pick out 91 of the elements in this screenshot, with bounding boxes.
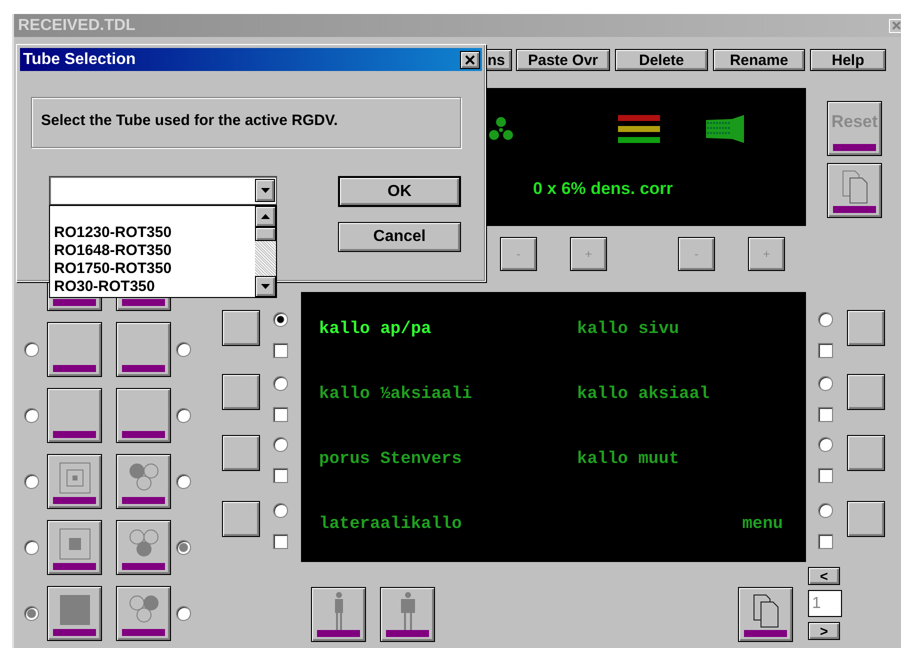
dialog-button[interactable]: OK: [338, 176, 461, 207]
program-item[interactable]: kallo sivu: [577, 320, 680, 339]
checkbox[interactable]: [818, 407, 833, 422]
pages-icon: [840, 170, 868, 204]
close-icon[interactable]: [889, 18, 901, 32]
program-item[interactable]: kallo aksiaal: [577, 385, 710, 404]
dialog-title: Tube Selection: [23, 50, 136, 68]
option-button[interactable]: [847, 310, 885, 346]
program-item[interactable]: porus Stenvers: [319, 450, 462, 469]
preset-button[interactable]: [47, 322, 102, 377]
collimator-icon: [704, 115, 744, 143]
option-button[interactable]: [222, 374, 260, 410]
down-arrow-icon: [261, 284, 270, 289]
radio-button[interactable]: [273, 436, 288, 452]
toolbar-button[interactable]: Help: [810, 49, 886, 71]
caret-icon: [260, 188, 270, 193]
option-button[interactable]: [847, 434, 885, 471]
message-text: Select the Tube used for the active RGDV.: [31, 97, 461, 148]
preset-button[interactable]: [47, 388, 102, 443]
radio-button[interactable]: [818, 436, 833, 452]
radio-button[interactable]: [24, 540, 39, 555]
preset-button[interactable]: [116, 454, 171, 509]
previous-button[interactable]: <: [808, 567, 840, 585]
tube-dropdown[interactable]: [49, 176, 277, 205]
page-field[interactable]: 1: [808, 590, 842, 617]
radio-button[interactable]: [818, 312, 833, 327]
dialog-button[interactable]: Cancel: [338, 222, 461, 252]
density-reading: 0 x 6% dens. corr: [533, 179, 673, 199]
checkbox[interactable]: [273, 343, 288, 358]
checkbox[interactable]: [818, 343, 833, 358]
radio-button[interactable]: [818, 376, 833, 392]
radio-button[interactable]: [176, 606, 191, 621]
list-item[interactable]: RO1750-ROT350: [54, 260, 255, 278]
radio-button[interactable]: [818, 502, 833, 518]
toolbar-button[interactable]: Rename: [713, 49, 805, 71]
checkbox[interactable]: [273, 534, 288, 549]
program-item[interactable]: kallo ½aksiaali: [319, 385, 472, 404]
copy-button[interactable]: [827, 163, 882, 218]
scrollbar[interactable]: [255, 206, 276, 297]
fan-icon: [488, 116, 514, 142]
checkbox[interactable]: [273, 468, 288, 483]
copy-button[interactable]: [738, 587, 793, 642]
radio-button[interactable]: [273, 376, 288, 392]
checkbox[interactable]: [818, 468, 833, 483]
option-button[interactable]: [222, 500, 260, 537]
field-icon: [58, 526, 92, 560]
preset-button[interactable]: [116, 388, 171, 443]
toolbar-button[interactable]: Delete: [615, 49, 708, 71]
patient-button[interactable]: [380, 587, 435, 642]
checkbox[interactable]: [273, 407, 288, 422]
radio-button[interactable]: [24, 342, 39, 357]
radio-button[interactable]: [24, 474, 39, 489]
program-item[interactable]: kallo ap/pa: [319, 320, 432, 339]
radio-button[interactable]: [176, 408, 191, 423]
scroll-thumb[interactable]: [255, 227, 276, 241]
field-icon: [58, 592, 92, 626]
radio-button[interactable]: [273, 502, 288, 518]
list-item[interactable]: RO30-ROT350: [54, 278, 255, 296]
option-button[interactable]: [847, 500, 885, 537]
bars-icon: [618, 115, 660, 143]
field-icon: [58, 460, 92, 494]
program-item[interactable]: menu: [742, 515, 783, 534]
preset-button[interactable]: [116, 586, 171, 641]
window-title: RECEIVED.TDL: [18, 16, 136, 34]
dropdown-button[interactable]: [255, 179, 275, 202]
up-arrow-icon: [261, 214, 270, 219]
pages-icon: [752, 594, 780, 628]
radio-button[interactable]: [273, 312, 288, 327]
preset-button[interactable]: [116, 322, 171, 377]
close-icon: [465, 54, 475, 64]
preset-button[interactable]: [47, 454, 102, 509]
next-button[interactable]: >: [808, 622, 840, 640]
option-button[interactable]: [222, 310, 260, 346]
list-item[interactable]: RO1648-ROT350: [54, 242, 255, 260]
radio-button[interactable]: [176, 342, 191, 357]
radio-button[interactable]: [24, 408, 39, 423]
toolbar-button[interactable]: Paste Ovr: [516, 49, 610, 71]
radio-button[interactable]: [24, 606, 39, 621]
radio-button[interactable]: [176, 540, 191, 555]
radio-button[interactable]: [176, 474, 191, 489]
preset-button[interactable]: [47, 586, 102, 641]
list-item[interactable]: RO1230-ROT350: [54, 224, 255, 242]
program-item[interactable]: lateraalikallo: [319, 515, 462, 534]
option-button[interactable]: [222, 434, 260, 471]
preset-button[interactable]: [47, 520, 102, 575]
patient-button[interactable]: [311, 587, 366, 642]
program-item[interactable]: kallo muut: [577, 450, 680, 469]
option-button[interactable]: [847, 374, 885, 410]
preset-button[interactable]: [116, 520, 171, 575]
checkbox[interactable]: [818, 534, 833, 549]
close-button[interactable]: [460, 50, 480, 68]
